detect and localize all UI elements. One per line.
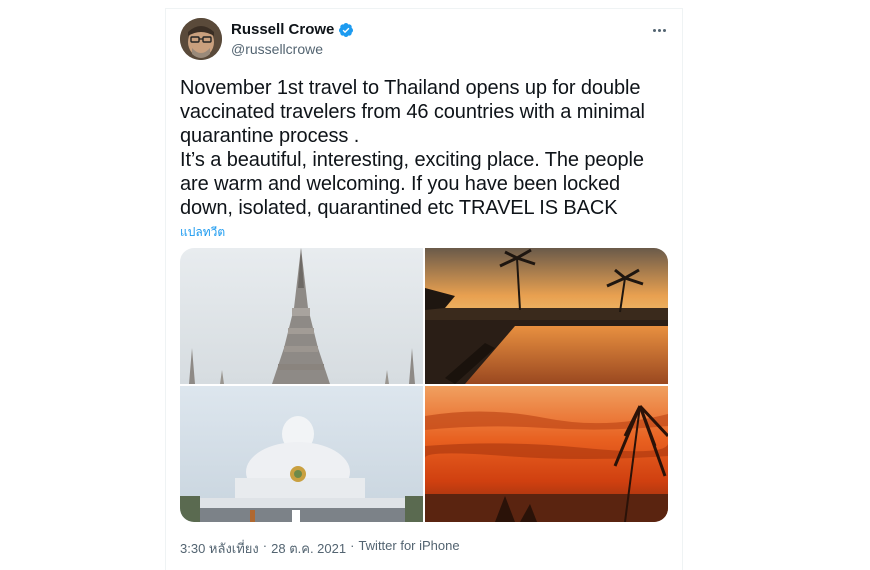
meta-separator: · [262,538,268,553]
avatar[interactable] [180,18,222,60]
tweet-text-line-1: November 1st travel to Thailand opens up… [180,77,645,147]
author-handle[interactable]: @russellcrowe [231,41,323,57]
pool-sunset-photo[interactable] [425,248,668,384]
temple-spire-photo[interactable] [180,248,423,384]
author-name-text[interactable]: Russell Crowe [231,21,334,38]
tweet-text-line-2: It’s a beautiful, interesting, exciting … [180,149,644,219]
tweet-date[interactable]: 28 ต.ค. 2021 [271,538,346,559]
tweet-meta: 3:30 หลังเที่ยง · 28 ต.ค. 2021 · Twitter… [180,538,460,559]
tweet-source[interactable]: Twitter for iPhone [358,538,459,559]
page: Russell Crowe @russellcrowe November 1st… [0,0,870,570]
verified-badge-icon [338,22,354,38]
meta-separator: · [350,538,355,553]
ocean-sunset-photo[interactable] [425,386,668,522]
tweet-text: November 1st travel to Thailand opens up… [180,76,670,220]
media-grid [180,248,668,522]
tweet-time[interactable]: 3:30 หลังเที่ยง [180,538,259,559]
author-name[interactable]: Russell Crowe [231,21,354,38]
more-options-icon[interactable] [647,20,671,40]
translate-tweet-link[interactable]: แปลทวีต [180,223,225,242]
white-buddha-photo[interactable] [180,386,423,522]
